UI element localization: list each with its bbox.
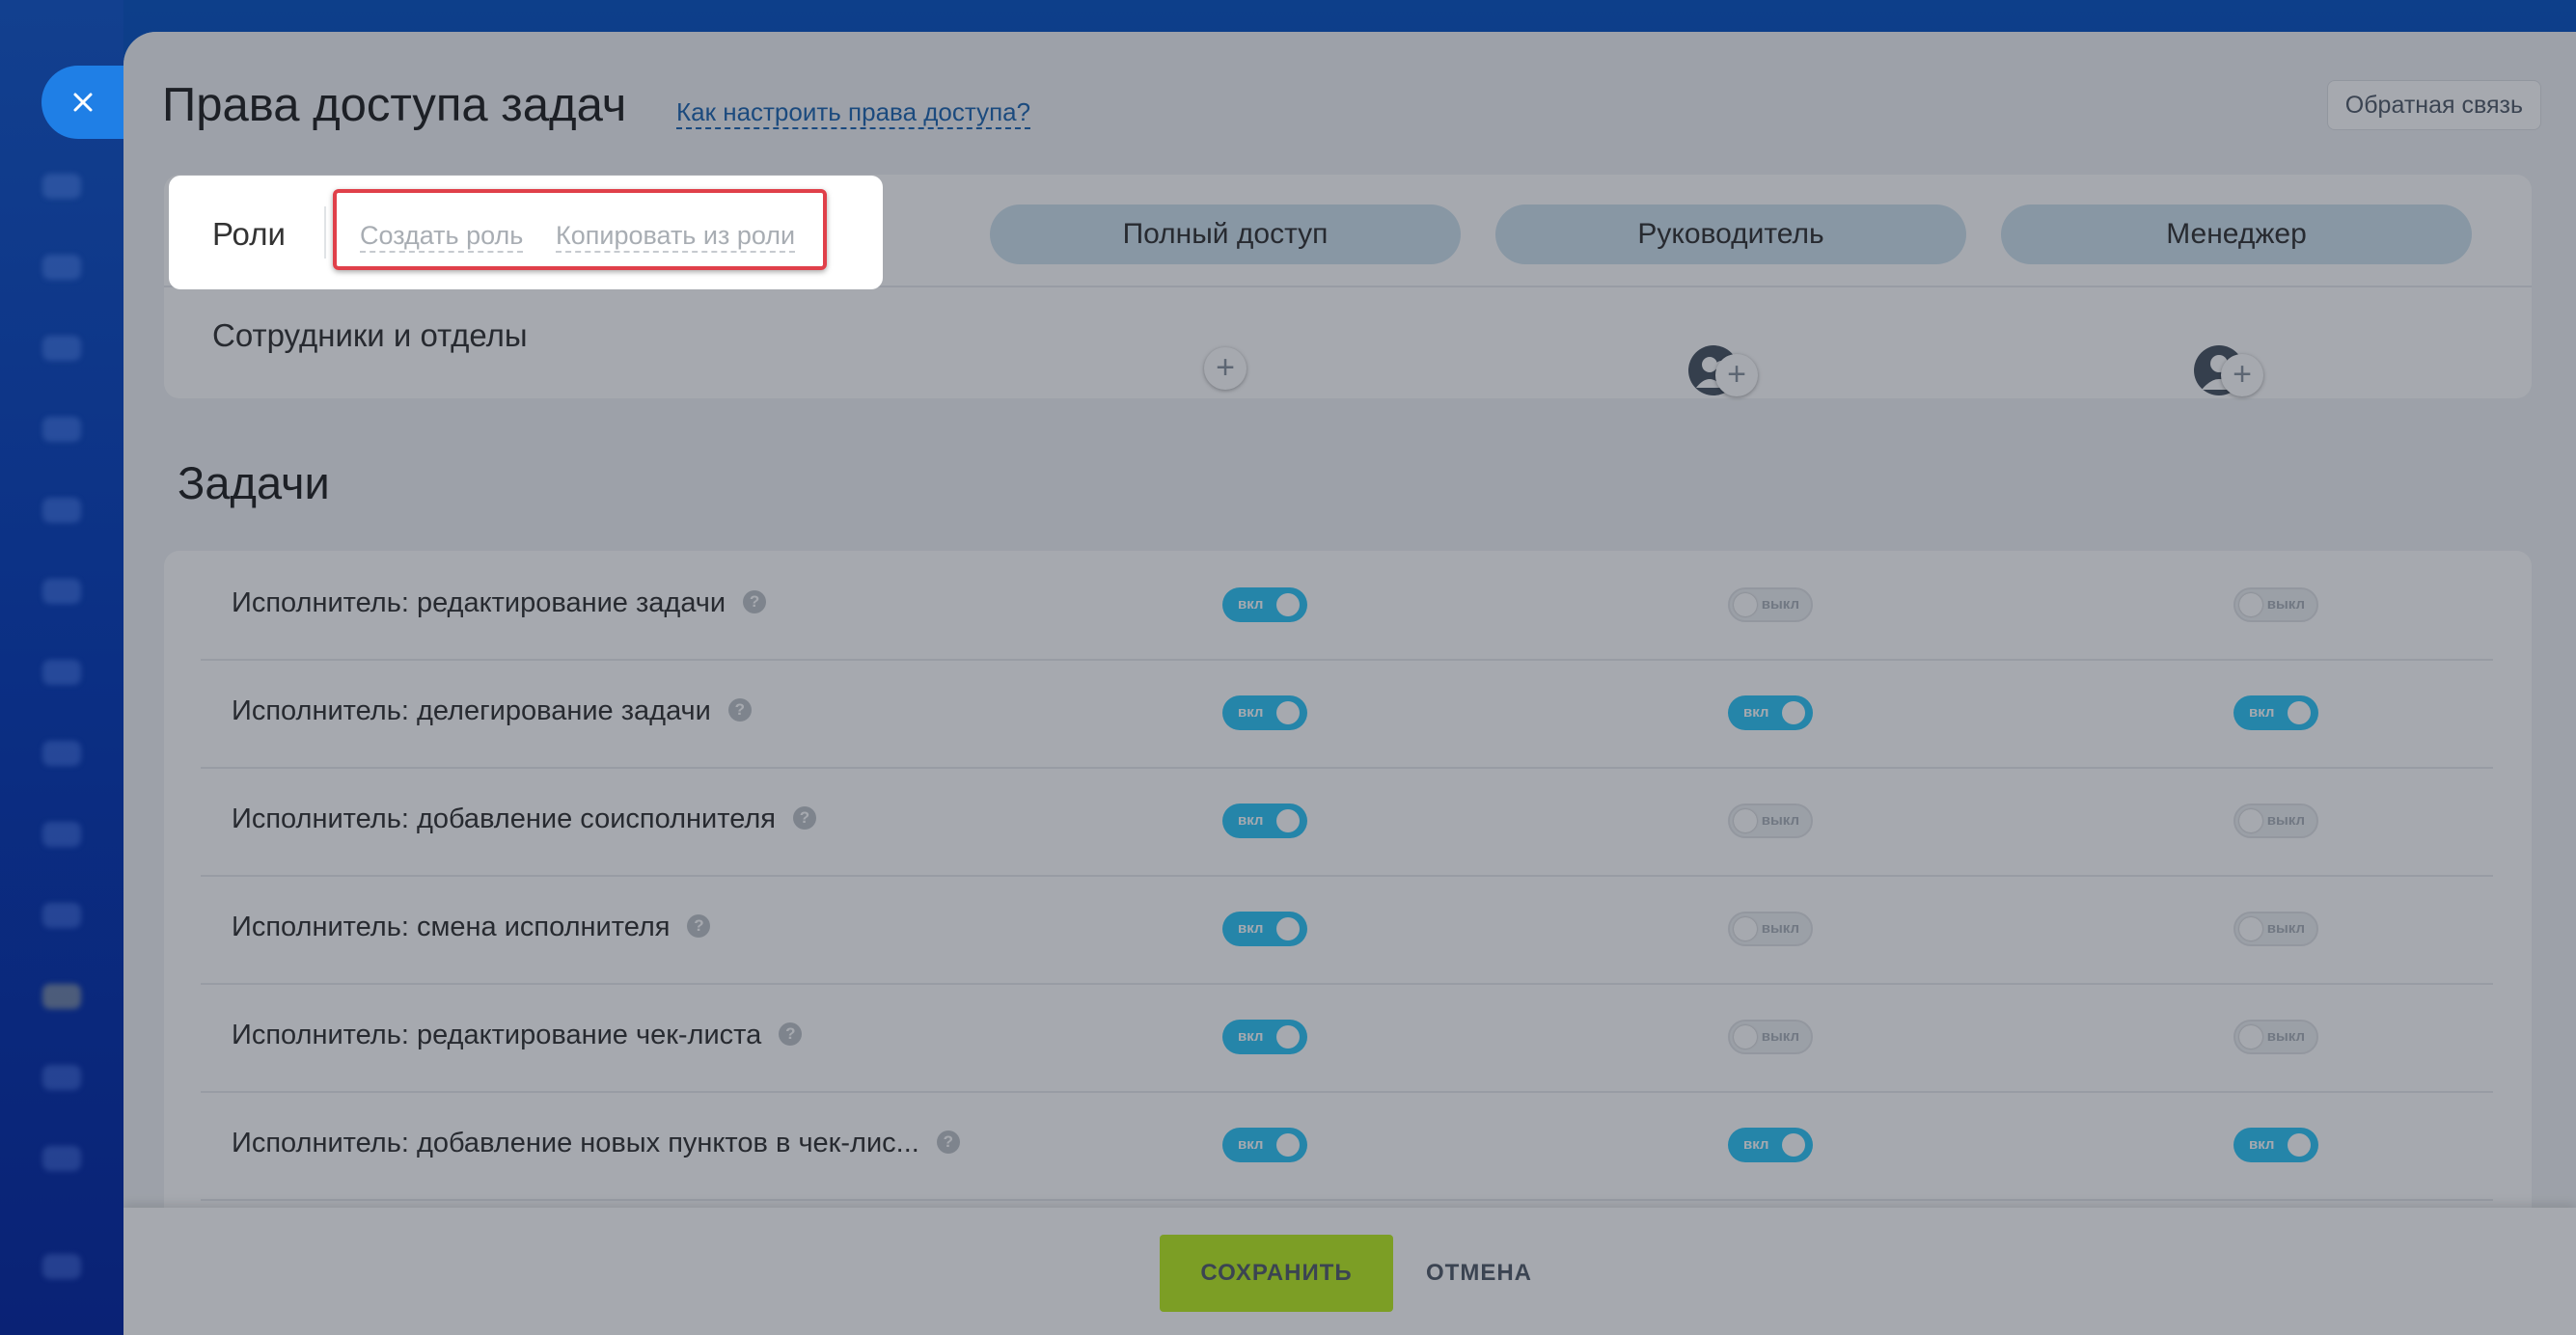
sidebar-ghost-icon <box>42 579 81 604</box>
app-sidebar <box>0 0 123 1335</box>
feedback-button[interactable]: Обратная связь <box>2326 80 2541 130</box>
permission-label: Исполнитель: редактирование чек-листа? <box>232 1020 803 1051</box>
question-icon[interactable]: ? <box>743 590 767 614</box>
sidebar-ghost-icon <box>42 174 81 199</box>
toggle-manager[interactable]: вкл <box>2233 1128 2318 1162</box>
roles-toolbar-highlight: Роли Создать роль Копировать из роли <box>169 176 883 289</box>
employees-departments-label: Сотрудники и отделы <box>212 317 528 353</box>
toggle-full-access[interactable]: вкл <box>1222 804 1307 838</box>
sidebar-ghost-icon <box>42 660 81 685</box>
sidebar-ghost-icon <box>42 822 81 847</box>
sidebar-ghost-icon <box>42 903 81 928</box>
role-column-manager[interactable]: Менеджер <box>2001 204 2472 264</box>
toggle-manager[interactable]: вкл <box>2233 695 2318 730</box>
permission-row: Исполнитель: добавление новых пунктов в … <box>201 1091 2493 1201</box>
toggle-full-access[interactable]: вкл <box>1222 1020 1307 1054</box>
question-icon[interactable]: ? <box>936 1131 960 1155</box>
permission-label: Исполнитель: редактирование задачи? <box>232 587 767 619</box>
toggle-head[interactable]: вкл <box>1728 1128 1813 1162</box>
permission-label: Исполнитель: смена исполнителя? <box>232 912 711 943</box>
toggle-full-access[interactable]: вкл <box>1222 1128 1307 1162</box>
permission-row: Исполнитель: редактирование задачи? вкл … <box>201 551 2493 661</box>
sidebar-ghost-icon <box>42 741 81 766</box>
copy-from-role-link[interactable]: Копировать из роли <box>556 221 796 253</box>
footer-bar: СОХРАНИТЬ ОТМЕНА <box>123 1208 2576 1335</box>
save-button[interactable]: СОХРАНИТЬ <box>1160 1235 1393 1312</box>
sidebar-ghost-icon <box>42 255 81 280</box>
add-member-button[interactable]: + <box>1715 354 1758 396</box>
roles-label: Роли <box>212 216 286 252</box>
toggle-full-access[interactable]: вкл <box>1222 587 1307 622</box>
toggle-manager[interactable]: выкл <box>2233 804 2318 838</box>
toggle-full-access[interactable]: вкл <box>1222 695 1307 730</box>
permission-label: Исполнитель: добавление соисполнителя? <box>232 804 816 835</box>
toggle-head[interactable]: выкл <box>1728 1020 1813 1054</box>
toggle-head[interactable]: выкл <box>1728 587 1813 622</box>
sidebar-ghost-icon <box>42 498 81 523</box>
toggle-manager[interactable]: выкл <box>2233 1020 2318 1054</box>
question-icon[interactable]: ? <box>793 806 816 831</box>
add-member-button[interactable]: + <box>2221 354 2263 396</box>
sidebar-ghost-icon <box>42 1146 81 1171</box>
toggle-head[interactable]: выкл <box>1728 912 1813 946</box>
add-member-button[interactable]: + <box>1204 347 1247 390</box>
toggle-head[interactable]: выкл <box>1728 804 1813 838</box>
sidebar-ghost-icon <box>42 417 81 442</box>
sidebar-ghost-icon <box>42 984 81 1009</box>
close-icon <box>73 93 93 112</box>
divider <box>324 206 326 259</box>
sidebar-ghost-icon <box>42 336 81 361</box>
question-icon[interactable]: ? <box>727 698 752 722</box>
permission-label: Исполнитель: добавление новых пунктов в … <box>232 1128 960 1159</box>
toggle-head[interactable]: вкл <box>1728 695 1813 730</box>
question-icon[interactable]: ? <box>779 1022 803 1047</box>
help-link[interactable]: Как настроить права доступа? <box>676 97 1031 130</box>
role-column-head[interactable]: Руководитель <box>1495 204 1966 264</box>
role-column-full-access[interactable]: Полный доступ <box>990 204 1461 264</box>
permission-row: Исполнитель: редактирование чек-листа? в… <box>201 983 2493 1093</box>
permission-row: Исполнитель: делегирование задачи? вкл в… <box>201 659 2493 769</box>
tasks-section-title: Задачи <box>178 457 330 508</box>
create-role-link[interactable]: Создать роль <box>360 221 524 253</box>
cancel-button[interactable]: ОТМЕНА <box>1426 1235 1532 1312</box>
permission-row: Исполнитель: добавление соисполнителя? в… <box>201 767 2493 877</box>
question-icon[interactable]: ? <box>687 914 711 939</box>
toggle-manager[interactable]: выкл <box>2233 587 2318 622</box>
toggle-manager[interactable]: выкл <box>2233 912 2318 946</box>
toggle-full-access[interactable]: вкл <box>1222 912 1307 946</box>
page-title: Права доступа задач <box>162 79 627 131</box>
sidebar-ghost-icon <box>42 1065 81 1090</box>
sidebar-ghost-icon <box>42 1254 81 1279</box>
permission-row: Исполнитель: смена исполнителя? вкл выкл… <box>201 875 2493 985</box>
permission-label: Исполнитель: делегирование задачи? <box>232 695 752 727</box>
